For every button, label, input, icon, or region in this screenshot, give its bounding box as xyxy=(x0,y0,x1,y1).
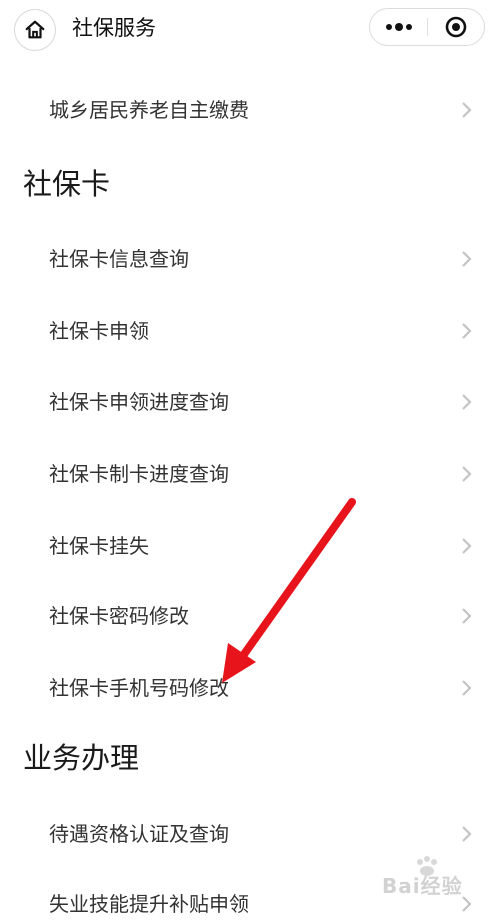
chevron-right-icon xyxy=(462,323,472,339)
list-item-making-progress[interactable]: 社保卡制卡进度查询 xyxy=(0,454,500,494)
list-item-label: 待遇资格认证及查询 xyxy=(49,822,229,846)
more-dots-icon xyxy=(385,23,412,31)
list-item-label: 社保卡密码修改 xyxy=(49,604,189,628)
chevron-right-icon xyxy=(462,251,472,267)
list-item-report-loss[interactable]: 社保卡挂失 xyxy=(0,526,500,566)
home-icon xyxy=(25,20,45,39)
section-title-social-card: 社保卡 xyxy=(23,167,111,201)
page-title: 社保服务 xyxy=(72,16,156,40)
list-item-label: 社保卡信息查询 xyxy=(49,247,189,271)
list-item-label: 社保卡申领进度查询 xyxy=(49,390,229,414)
list-item-label: 社保卡制卡进度查询 xyxy=(49,462,229,486)
list-item-card-apply[interactable]: 社保卡申领 xyxy=(0,311,500,351)
list-item-label: 失业技能提升补贴申领 xyxy=(49,892,249,916)
more-button[interactable] xyxy=(370,9,427,45)
chevron-right-icon xyxy=(462,608,472,624)
chevron-right-icon xyxy=(462,538,472,554)
list-item-apply-progress[interactable]: 社保卡申领进度查询 xyxy=(0,382,500,422)
baidu-jingyan-watermark: Bai经验 xyxy=(382,856,492,900)
target-close-icon xyxy=(445,16,467,38)
list-item-qualification-auth[interactable]: 待遇资格认证及查询 xyxy=(0,814,500,854)
chevron-right-icon xyxy=(462,680,472,696)
list-item-label: 城乡居民养老自主缴费 xyxy=(49,98,249,122)
list-item-label: 社保卡申领 xyxy=(49,319,149,343)
section-title-business: 业务办理 xyxy=(23,741,140,775)
list-item-label: 社保卡手机号码修改 xyxy=(49,676,229,700)
list-item-phone-change[interactable]: 社保卡手机号码修改 xyxy=(0,668,500,708)
mini-program-capsule xyxy=(369,8,485,46)
list-item-password-change[interactable]: 社保卡密码修改 xyxy=(0,596,500,636)
nav-header: 社保服务 xyxy=(0,0,500,58)
close-button[interactable] xyxy=(428,9,484,45)
list-item-label: 社保卡挂失 xyxy=(49,534,149,558)
chevron-right-icon xyxy=(462,394,472,410)
chevron-right-icon xyxy=(462,466,472,482)
chevron-right-icon xyxy=(462,826,472,842)
home-button[interactable] xyxy=(14,9,56,51)
list-item-pension-payment[interactable]: 城乡居民养老自主缴费 xyxy=(0,90,500,130)
chevron-right-icon xyxy=(462,102,472,118)
watermark-text: Bai经验 xyxy=(382,874,463,898)
list-item-card-info-query[interactable]: 社保卡信息查询 xyxy=(0,239,500,279)
